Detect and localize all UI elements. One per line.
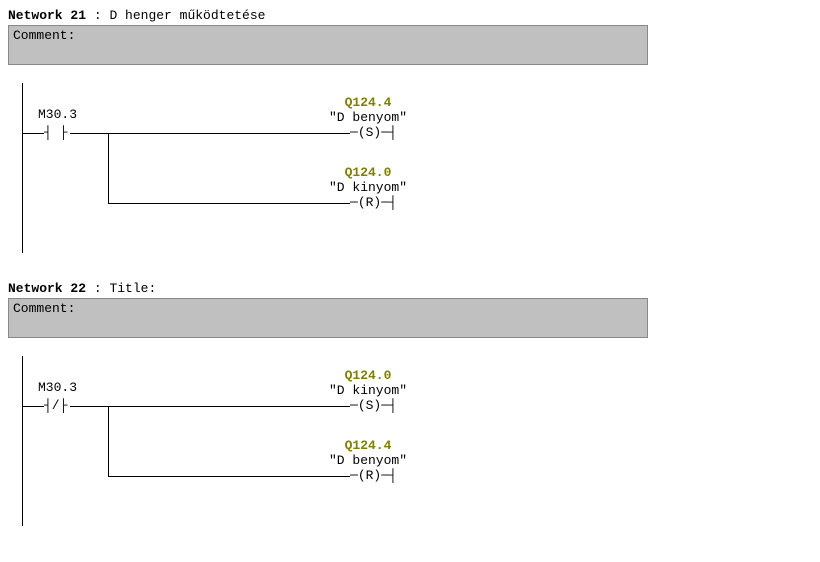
- wire: [70, 406, 350, 407]
- network-block: Network 21 : D henger működtetése Commen…: [8, 8, 812, 253]
- ladder-diagram: ┤/├ M30.3 Q124.0 "D kinyom" ─(S)─┤ Q124.…: [8, 356, 468, 526]
- power-rail: [22, 356, 23, 526]
- set-coil: ─(S)─┤: [350, 125, 397, 140]
- nc-contact: ┤/├: [44, 398, 67, 413]
- comment-label: Comment:: [13, 301, 75, 316]
- coil-address: Q124.4: [328, 95, 408, 110]
- coil-address: Q124.0: [328, 165, 408, 180]
- wire: [108, 203, 350, 204]
- network-colon: :: [94, 8, 110, 23]
- network-label: Network 21: [8, 8, 86, 23]
- network-label: Network 22: [8, 281, 86, 296]
- network-colon: :: [94, 281, 110, 296]
- reset-coil: ─(R)─┤: [350, 195, 397, 210]
- ladder-diagram: ┤ ├ M30.3 Q124.4 "D benyom" ─(S)─┤ Q124.…: [8, 83, 468, 253]
- wire: [70, 133, 350, 134]
- coil-address: Q124.0: [328, 368, 408, 383]
- coil-name: "D benyom": [320, 110, 416, 125]
- contact-address: M30.3: [38, 107, 77, 122]
- comment-box: Comment:: [8, 298, 648, 338]
- network-block: Network 22 : Title: Comment: ┤/├ M30.3 Q…: [8, 281, 812, 526]
- coil-name: "D kinyom": [320, 180, 416, 195]
- comment-label: Comment:: [13, 28, 75, 43]
- wire: [108, 476, 350, 477]
- set-coil: ─(S)─┤: [350, 398, 397, 413]
- power-rail: [22, 83, 23, 253]
- wire: [22, 133, 44, 134]
- contact-address: M30.3: [38, 380, 77, 395]
- coil-name: "D kinyom": [320, 383, 416, 398]
- network-title: Title:: [109, 281, 156, 296]
- network-title: D henger működtetése: [109, 8, 265, 23]
- network-header: Network 22 : Title:: [8, 281, 812, 296]
- no-contact: ┤ ├: [44, 125, 67, 140]
- coil-address: Q124.4: [328, 438, 408, 453]
- comment-box: Comment:: [8, 25, 648, 65]
- coil-name: "D benyom": [320, 453, 416, 468]
- network-header: Network 21 : D henger működtetése: [8, 8, 812, 23]
- wire: [108, 133, 109, 203]
- wire: [22, 406, 44, 407]
- wire: [108, 406, 109, 476]
- reset-coil: ─(R)─┤: [350, 468, 397, 483]
